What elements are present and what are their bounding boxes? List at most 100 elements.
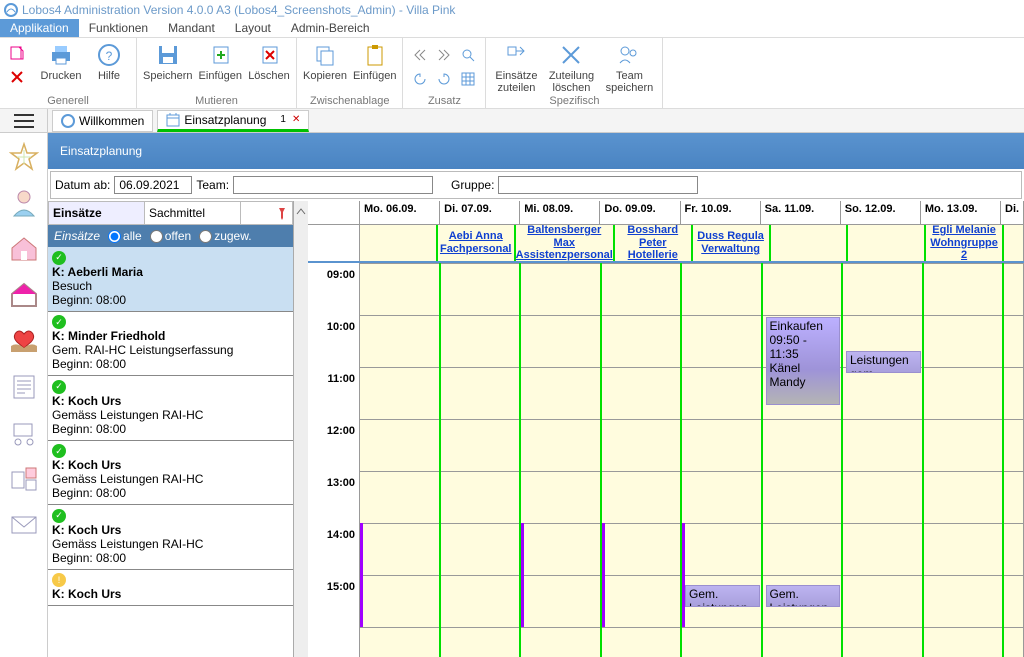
gutter-doc[interactable] [8,369,40,405]
day-column[interactable]: Leistungen gem.RAI-HC [843,263,924,657]
tab-einsatzplanung[interactable]: Einsatzplanung 1 ✕ [157,110,309,132]
person-role[interactable]: Fachpersonal [440,243,512,256]
people-header-cell[interactable]: Bosshard PeterHotellerie [615,225,693,261]
person-name[interactable]: Baltensberger Max [516,224,613,249]
list-item[interactable]: ✓ K: Minder Friedhold Gem. RAI-HC Leistu… [48,312,293,377]
ribbon-drucken[interactable]: Drucken [40,40,82,82]
list-item[interactable]: ✓ K: Koch Urs Gemäss Leistungen RAI-HC B… [48,505,293,570]
day-header[interactable]: Mi. 08.09. [520,201,600,224]
menu-applikation[interactable]: Applikation [0,19,79,37]
ribbon-kopieren[interactable]: Kopieren [303,40,347,82]
list-item[interactable]: ✓ K: Koch Urs Gemäss Leistungen RAI-HC B… [48,376,293,441]
day-column[interactable]: Gem. Leistungen RAI-H [682,263,763,657]
menu-layout[interactable]: Layout [225,19,281,37]
calendar-event[interactable]: Einkaufen09:50 - 11:35Känel Mandy [766,317,841,405]
radio-alle[interactable]: alle [108,229,142,243]
person-name[interactable]: Egli Melanie [932,224,996,237]
ribbon-einfuegen-mut[interactable]: Einfügen [199,40,242,82]
day-header[interactable]: So. 12.09. [841,201,921,224]
save-icon [155,42,181,68]
day-column[interactable] [602,263,683,657]
calendar-event[interactable]: Leistungen gem.RAI-HC [846,351,921,373]
zusatz-search[interactable] [457,44,479,66]
gutter-hands[interactable] [8,323,40,359]
day-column[interactable] [360,263,441,657]
day-column[interactable]: Einkaufen09:50 - 11:35Känel Mandy Gem. Le… [763,263,844,657]
day-header[interactable]: Fr. 10.09. [681,201,761,224]
tab-willkommen[interactable]: Willkommen [52,110,153,132]
people-header-cell[interactable]: Baltensberger MaxAssistenzpersonal [516,225,615,261]
list-item[interactable]: ✓ K: Koch Urs Gemäss Leistungen RAI-HC B… [48,441,293,506]
time-label: 10:00 [327,321,355,333]
ribbon-team-speichern[interactable]: Team speichern [602,40,656,94]
person-name[interactable]: Bosshard Peter [615,224,691,249]
day-column[interactable] [924,263,1005,657]
day-header[interactable]: Sa. 11.09. [761,201,841,224]
day-column[interactable] [441,263,522,657]
ribbon-einfuegen-clip[interactable]: Einfügen [353,40,396,82]
list-item[interactable]: ! K: Koch Urs [48,570,293,606]
person-role[interactable]: Hotellerie [628,249,678,262]
gutter-module[interactable] [8,461,40,497]
ribbon-hilfe[interactable]: ? Hilfe [88,40,130,82]
day-header[interactable]: Mo. 13.09. [921,201,1001,224]
person-role[interactable]: Wohngruppe 2 [926,237,1002,262]
people-header-cell[interactable]: Duss RegulaVerwaltung [693,225,771,261]
datum-input[interactable] [114,176,192,194]
gutter-star[interactable] [8,139,40,175]
day-header[interactable]: Di. 07.09. [440,201,520,224]
day-header[interactable]: Mo. 06.09. [360,201,440,224]
gutter-house1[interactable] [8,231,40,267]
people-header-cell[interactable]: Egli MelanieWohngruppe 2 [926,225,1004,261]
team-input[interactable] [233,176,433,194]
list-pin[interactable] [272,206,292,220]
list-item-title: K: Koch Urs [52,394,121,408]
gutter-cart[interactable] [8,415,40,451]
day-column[interactable] [1004,263,1024,657]
zusatz-last[interactable] [433,44,455,66]
calendar-event[interactable]: Gem. Leistungen RAI-H [685,585,760,607]
menu-mandant[interactable]: Mandant [158,19,225,37]
splitter[interactable] [294,201,308,657]
title-bar: Lobos4 Administration Version 4.0.0 A3 (… [0,0,1024,19]
day-column[interactable] [521,263,602,657]
ribbon-loeschen[interactable]: Löschen [248,40,290,82]
list-item-title: K: Minder Friedhold [52,329,165,343]
hamburger-menu[interactable] [0,109,48,133]
radio-offen[interactable]: offen [150,229,191,243]
person-name[interactable]: Aebi Anna [449,230,503,243]
tab-close-icon[interactable]: ✕ [292,114,300,125]
list-tab-sachmittel[interactable]: Sachmittel [145,202,241,224]
zusatz-grid[interactable] [457,68,479,90]
day-header[interactable]: Di. [1001,201,1024,224]
zusatz-first[interactable] [409,44,431,66]
list-items[interactable]: ✓ K: Aeberli Maria Besuch Beginn: 08:00✓… [48,247,293,657]
ribbon-quick-close[interactable] [6,66,28,88]
gruppe-input[interactable] [498,176,698,194]
purple-marker [682,523,685,627]
menu-admin[interactable]: Admin-Bereich [281,19,380,37]
person-role[interactable]: Assistenzpersonal [516,249,613,262]
day-header[interactable]: Do. 09.09. [600,201,680,224]
people-header-cell[interactable]: Aebi AnnaFachpersonal [438,225,516,261]
zusatz-undo[interactable] [409,68,431,90]
person-name[interactable]: Duss Regula [697,230,764,243]
calendar-body[interactable]: 09:0010:0011:0012:0013:0014:0015:00 Gem.… [308,263,1024,657]
gutter-person[interactable] [8,185,40,221]
zusatz-redo[interactable] [433,68,455,90]
list-item[interactable]: ✓ K: Aeberli Maria Besuch Beginn: 08:00 [48,247,293,312]
calendar-event[interactable]: Gem. LeistungenRAI-HC [766,585,841,607]
gutter-mail[interactable] [8,507,40,543]
list-tab-einsaetze[interactable]: Einsätze [49,202,145,224]
person-role[interactable]: Verwaltung [701,243,760,256]
menu-funktionen[interactable]: Funktionen [79,19,158,37]
ribbon-speichern[interactable]: Speichern [143,40,193,82]
event-line: 09:50 - 11:35 [770,333,837,361]
ribbon-quick-new[interactable] [6,42,28,64]
gutter-house2[interactable] [8,277,40,313]
ribbon-zuteilung-loeschen[interactable]: Zuteilung löschen [546,40,596,94]
radio-zugew[interactable]: zugew. [199,229,251,243]
ribbon-einsaetze-zuteilen[interactable]: Einsätze zuteilen [492,40,540,94]
status-icon: ✓ [52,315,66,329]
paste-icon [362,42,388,68]
